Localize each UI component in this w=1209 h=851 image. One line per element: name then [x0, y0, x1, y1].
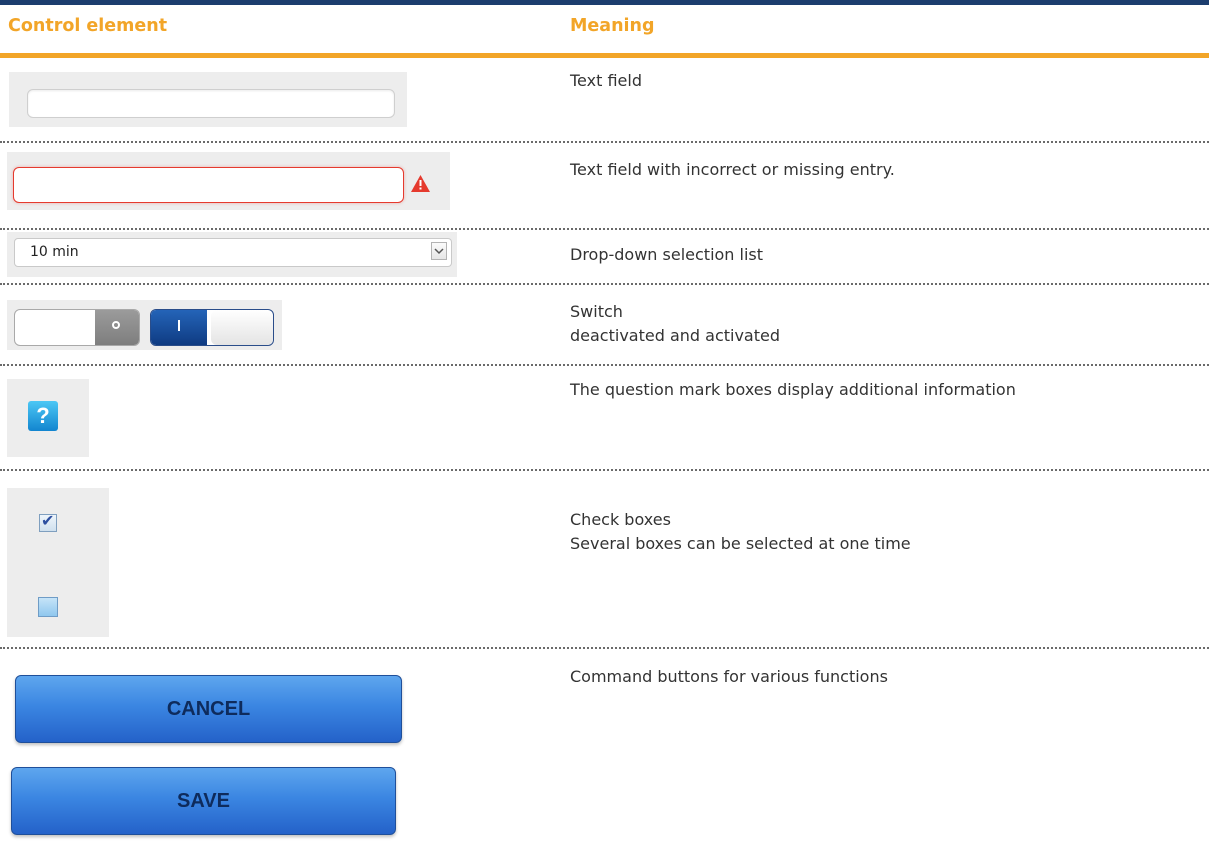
- checkbox-checked[interactable]: ✔: [39, 511, 57, 532]
- meaning-buttons: Command buttons for various functions: [570, 667, 888, 686]
- meaning-help: The question mark boxes display addition…: [570, 380, 1016, 399]
- question-mark-icon[interactable]: ?: [28, 401, 58, 431]
- line-icon: [178, 320, 180, 331]
- circle-icon: [112, 321, 120, 329]
- dropdown-value: 10 min: [30, 244, 79, 260]
- switch-deactivated[interactable]: [14, 309, 140, 346]
- row-divider: [0, 228, 1209, 230]
- checkbox-panel: [7, 488, 109, 637]
- dropdown-button[interactable]: [431, 242, 447, 260]
- checkbox-unchecked[interactable]: [38, 597, 58, 617]
- row-divider: [0, 364, 1209, 366]
- switch-off-knob: [95, 310, 139, 345]
- switch-on-knob: [211, 310, 273, 345]
- switch-on-fill: [151, 310, 207, 345]
- warning-triangle-icon: [411, 175, 430, 192]
- dropdown-select[interactable]: 10 min: [14, 238, 452, 267]
- meaning-dropdown: Drop-down selection list: [570, 245, 764, 264]
- meaning-error-field: Text field with incorrect or missing ent…: [570, 160, 895, 179]
- column-header-control: Control element: [8, 16, 168, 36]
- row-divider: [0, 469, 1209, 471]
- meaning-checkboxes: Check boxes Several boxes can be selecte…: [570, 510, 911, 553]
- meaning-text-field: Text field: [570, 71, 642, 90]
- column-header-meaning: Meaning: [570, 16, 655, 36]
- row-divider: [0, 647, 1209, 649]
- save-button[interactable]: SAVE: [11, 767, 396, 835]
- chevron-down-icon: [434, 248, 444, 255]
- error-text-field-sample[interactable]: [13, 167, 404, 203]
- checkmark-icon: ✔: [41, 511, 55, 530]
- row-divider: [0, 283, 1209, 285]
- switch-activated[interactable]: [150, 309, 274, 346]
- text-field-sample[interactable]: [27, 89, 395, 118]
- header-divider: [0, 53, 1209, 58]
- row-divider: [0, 141, 1209, 143]
- top-bar: [0, 0, 1209, 5]
- cancel-button[interactable]: CANCEL: [15, 675, 402, 743]
- meaning-switch: Switch deactivated and activated: [570, 302, 781, 345]
